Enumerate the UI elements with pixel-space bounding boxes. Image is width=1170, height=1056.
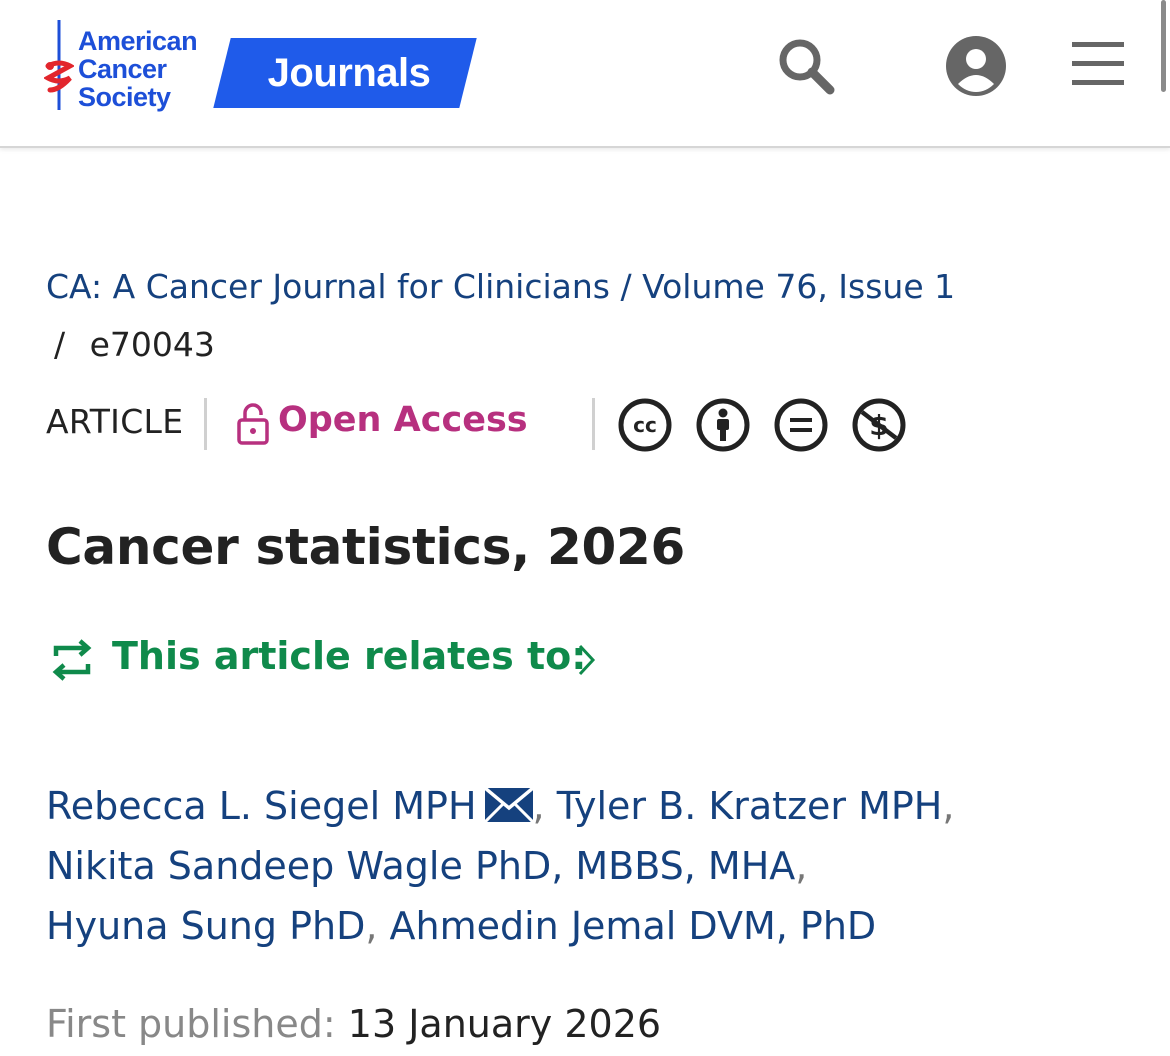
no-derivatives-icon[interactable]: [774, 398, 828, 452]
author-link[interactable]: Ahmedin Jemal DVM, PhD: [390, 904, 877, 948]
divider: [204, 398, 207, 450]
published-date: 13 January 2026: [347, 1002, 662, 1046]
account-button[interactable]: [944, 34, 1006, 96]
author-line: Rebecca L. Siegel MPH , Tyler B. Kratzer…: [46, 776, 1136, 836]
torch-icon: [44, 20, 74, 110]
envelope-icon[interactable]: [484, 787, 533, 822]
cc-icon[interactable]: cc: [618, 398, 672, 452]
author-link[interactable]: Tyler B. Kratzer MPH: [557, 784, 943, 828]
site-header: American Cancer Society Journals: [0, 0, 1170, 148]
attribution-icon[interactable]: [696, 398, 750, 452]
open-access-label[interactable]: Open Access: [278, 400, 528, 440]
logo-text: American Cancer Society: [78, 26, 198, 112]
article-type-label: ARTICLE: [46, 402, 184, 441]
author-line: Nikita Sandeep Wagle PhD, MBBS, MHA,: [46, 836, 1136, 896]
account-icon: [946, 36, 1006, 96]
breadcrumb-line: CA: A Cancer Journal for Clinicians / Vo…: [46, 258, 1136, 316]
author-link[interactable]: Nikita Sandeep Wagle PhD, MBBS, MHA: [46, 844, 795, 888]
breadcrumb-separator: /: [54, 325, 66, 364]
separator: ,: [942, 784, 955, 828]
divider: [592, 398, 595, 450]
breadcrumb-separator: /: [620, 267, 632, 306]
menu-button[interactable]: [1068, 34, 1130, 96]
author-link[interactable]: Hyuna Sung PhD: [46, 904, 365, 948]
open-lock-icon: [237, 403, 269, 445]
acs-journals-logo[interactable]: American Cancer Society Journals: [44, 20, 484, 120]
separator: ,: [532, 784, 557, 828]
chevron-right-icon: [578, 644, 596, 676]
separator: ,: [365, 904, 390, 948]
search-button[interactable]: [774, 34, 836, 96]
search-icon: [779, 39, 835, 95]
journals-label: Journals: [267, 51, 431, 95]
logo-line: Cancer: [78, 54, 167, 84]
repeat-icon: [52, 639, 92, 681]
menu-icon: [1072, 42, 1124, 85]
svg-text:cc: cc: [633, 413, 657, 437]
article-meta-row: ARTICLE Open Access cc $: [46, 394, 1136, 454]
published-label: First published:: [46, 1002, 336, 1046]
logo-line: Society: [78, 82, 171, 112]
breadcrumb-line: / e70043: [46, 316, 1136, 374]
non-commercial-icon[interactable]: $: [852, 398, 906, 452]
author-line: Hyuna Sung PhD, Ahmedin Jemal DVM, PhD: [46, 896, 1136, 956]
article-title: Cancer statistics, 2026: [46, 518, 685, 576]
author-list: Rebecca L. Siegel MPH , Tyler B. Kratzer…: [46, 776, 1136, 956]
relates-to-label: This article relates to:: [112, 634, 587, 678]
breadcrumb: CA: A Cancer Journal for Clinicians / Vo…: [46, 258, 1136, 374]
article-id: e70043: [89, 325, 215, 364]
logo-line: American: [78, 26, 198, 56]
author-link[interactable]: Rebecca L. Siegel MPH: [46, 784, 477, 828]
breadcrumb-issue-link[interactable]: Volume 76, Issue 1: [642, 267, 955, 306]
scrollbar[interactable]: [1161, 0, 1166, 92]
separator: ,: [795, 844, 808, 888]
publication-date: First published: 13 January 2026: [46, 996, 661, 1052]
breadcrumb-journal-link[interactable]: CA: A Cancer Journal for Clinicians: [46, 267, 610, 306]
